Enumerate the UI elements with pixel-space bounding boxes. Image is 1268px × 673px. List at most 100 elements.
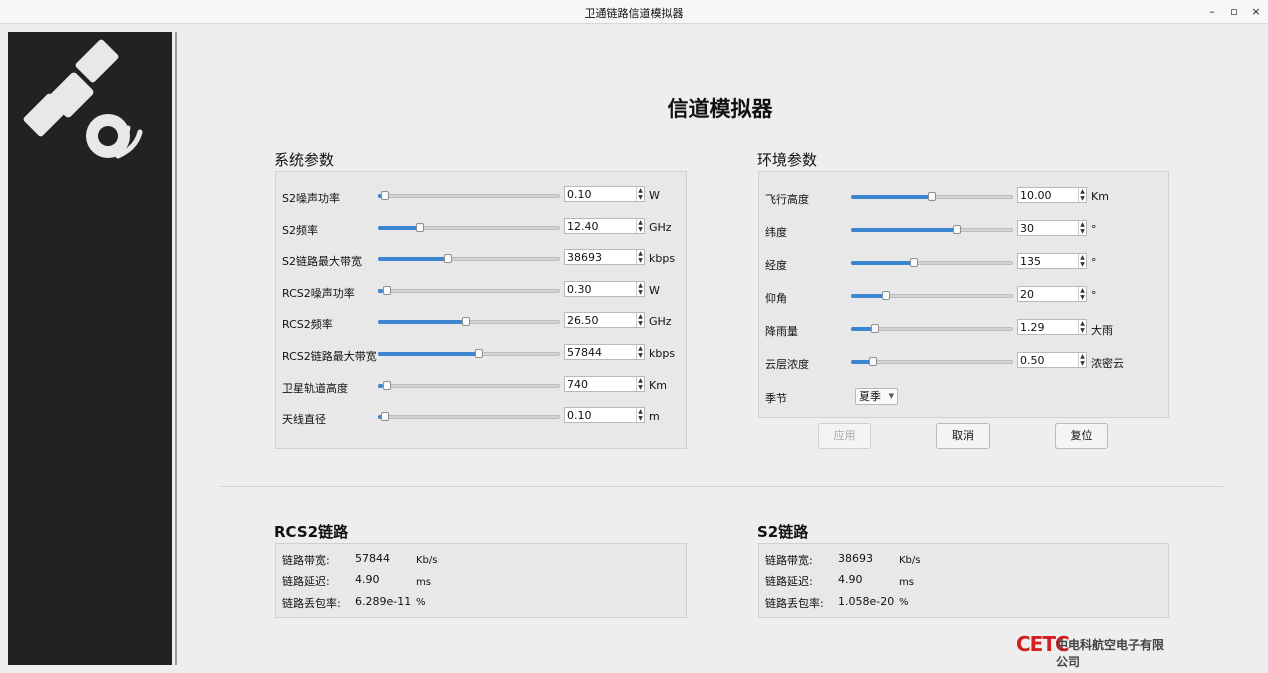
env-param-slider[interactable] (851, 357, 1013, 367)
env-param-label: 仰角 (765, 292, 787, 305)
slider-track (378, 415, 560, 420)
system-param-spinbox[interactable]: 38693 ▲ ▼ (564, 249, 645, 266)
system-param-spinbox[interactable]: 740 ▲ ▼ (564, 375, 645, 392)
slider-handle[interactable] (383, 285, 392, 295)
window-title: 卫通链路信道模拟器 (584, 7, 684, 20)
system-param-spinbox[interactable]: 12.40 ▲ ▼ (564, 217, 645, 234)
env-param-slider[interactable] (851, 192, 1013, 202)
cancel-button[interactable]: 取消 (936, 423, 990, 449)
slider-fill (378, 225, 419, 230)
env-param-slider[interactable] (851, 225, 1013, 235)
spinbox-value: 0.50 (1020, 354, 1045, 367)
slider-handle[interactable] (383, 380, 392, 390)
env-param-spinbox[interactable]: 10.00 ▲ ▼ (1017, 187, 1087, 203)
spinbox-value: 1.29 (1020, 321, 1045, 334)
spinbox-value: 20 (1020, 288, 1034, 301)
spin-arrows-icon[interactable]: ▲ ▼ (636, 345, 644, 359)
chevron-down-icon: ▼ (888, 392, 894, 400)
env-params-title: 环境参数 (757, 151, 818, 169)
rcs2-bandwidth-label: 链路带宽: (282, 554, 330, 567)
spin-arrows-icon[interactable]: ▲ ▼ (1078, 254, 1086, 268)
slider-handle[interactable] (381, 412, 390, 422)
spinbox-value: 30 (1020, 222, 1034, 235)
system-params-title: 系统参数 (274, 151, 335, 169)
slider-fill (851, 360, 871, 364)
maximize-button[interactable]: ▫ (1225, 3, 1243, 21)
spinbox-value: 0.30 (567, 282, 592, 296)
slider-handle[interactable] (869, 357, 878, 366)
slider-handle[interactable] (475, 349, 484, 358)
reset-button[interactable]: 复位 (1055, 423, 1108, 449)
system-param-slider[interactable] (378, 380, 560, 391)
close-button[interactable]: × (1247, 3, 1265, 21)
sidebar-divider (175, 32, 177, 665)
spin-arrows-icon[interactable]: ▲ ▼ (636, 281, 644, 296)
system-param-slider[interactable] (378, 254, 560, 264)
spin-arrows-icon[interactable]: ▲ ▼ (636, 250, 644, 265)
title-bar: 卫通链路信道模拟器 – ▫ × (0, 0, 1268, 24)
system-param-unit: W (649, 283, 660, 297)
spin-arrows-icon[interactable]: ▲ ▼ (636, 408, 644, 423)
minimize-button[interactable]: – (1203, 3, 1221, 21)
spin-arrows-icon[interactable]: ▲ ▼ (1078, 287, 1086, 301)
s2-loss-value: 1.058e-20 (838, 595, 895, 608)
system-param-label: S2频率 (282, 223, 318, 237)
slider-handle[interactable] (416, 222, 425, 232)
spinbox-value: 57844 (567, 346, 602, 359)
apply-button[interactable]: 应用 (818, 423, 871, 449)
system-param-label: 天线直径 (282, 413, 326, 427)
spin-arrows-icon[interactable]: ▲ ▼ (1078, 188, 1086, 202)
system-param-spinbox[interactable]: 0.30 ▲ ▼ (564, 280, 645, 297)
env-param-slider[interactable] (851, 258, 1013, 268)
slider-handle[interactable] (952, 225, 961, 234)
env-param-slider[interactable] (851, 291, 1013, 301)
system-param-label: RCS2噪声功率 (282, 286, 355, 300)
env-param-spinbox[interactable]: 0.50 ▲ ▼ (1017, 352, 1087, 368)
system-param-spinbox[interactable]: 0.10 ▲ ▼ (564, 407, 645, 424)
slider-handle[interactable] (444, 254, 453, 264)
system-param-spinbox[interactable]: 57844 ▲ ▼ (564, 344, 645, 360)
system-param-unit: kbps (649, 347, 676, 360)
slider-handle[interactable] (871, 324, 880, 333)
spin-arrows-icon[interactable]: ▲ ▼ (636, 376, 644, 391)
system-param-slider[interactable] (378, 191, 560, 201)
system-param-slider[interactable] (378, 222, 560, 233)
env-param-label: 降雨量 (765, 325, 798, 338)
season-select[interactable]: 夏季 ▼ (855, 388, 898, 405)
slider-handle[interactable] (909, 258, 918, 267)
s2-delay-label: 链路延迟: (765, 575, 813, 588)
spin-arrows-icon[interactable]: ▲ ▼ (636, 218, 644, 233)
system-param-label: RCS2链路最大带宽 (282, 350, 377, 363)
env-param-spinbox[interactable]: 30 ▲ ▼ (1017, 220, 1087, 236)
system-param-slider[interactable] (378, 412, 560, 422)
spin-arrows-icon[interactable]: ▲ ▼ (1078, 353, 1086, 367)
system-param-unit: GHz (649, 220, 672, 234)
spin-arrows-icon[interactable]: ▲ ▼ (1078, 320, 1086, 334)
spinbox-value: 26.50 (567, 314, 599, 328)
rcs2-loss-unit: % (416, 597, 426, 608)
spinbox-value: 0.10 (567, 409, 592, 423)
rcs2-link-title: RCS2链路 (274, 523, 349, 541)
env-param-spinbox[interactable]: 1.29 ▲ ▼ (1017, 319, 1087, 335)
slider-fill (851, 294, 884, 298)
env-param-slider[interactable] (851, 324, 1013, 334)
system-param-slider[interactable] (378, 349, 560, 359)
system-param-slider[interactable] (378, 285, 560, 296)
env-param-spinbox[interactable]: 20 ▲ ▼ (1017, 286, 1087, 302)
env-param-spinbox[interactable]: 135 ▲ ▼ (1017, 253, 1087, 269)
rcs2-delay-unit: ms (416, 577, 431, 588)
env-param-unit: 大雨 (1091, 324, 1113, 337)
slider-handle[interactable] (928, 192, 936, 201)
rcs2-delay-label: 链路延迟: (282, 575, 330, 588)
slider-handle[interactable] (461, 317, 470, 327)
spin-arrows-icon[interactable]: ▲ ▼ (636, 313, 644, 328)
slider-handle[interactable] (881, 291, 890, 300)
slider-handle[interactable] (381, 191, 390, 200)
slider-fill (851, 195, 932, 199)
spin-arrows-icon[interactable]: ▲ ▼ (636, 187, 644, 201)
system-param-spinbox[interactable]: 26.50 ▲ ▼ (564, 312, 645, 329)
system-param-slider[interactable] (378, 317, 560, 327)
company-logo: CETC 中电科航空电子有限公司 (1016, 632, 1166, 669)
spin-arrows-icon[interactable]: ▲ ▼ (1078, 221, 1086, 235)
system-param-spinbox[interactable]: 0.10 ▲ ▼ (564, 186, 645, 202)
